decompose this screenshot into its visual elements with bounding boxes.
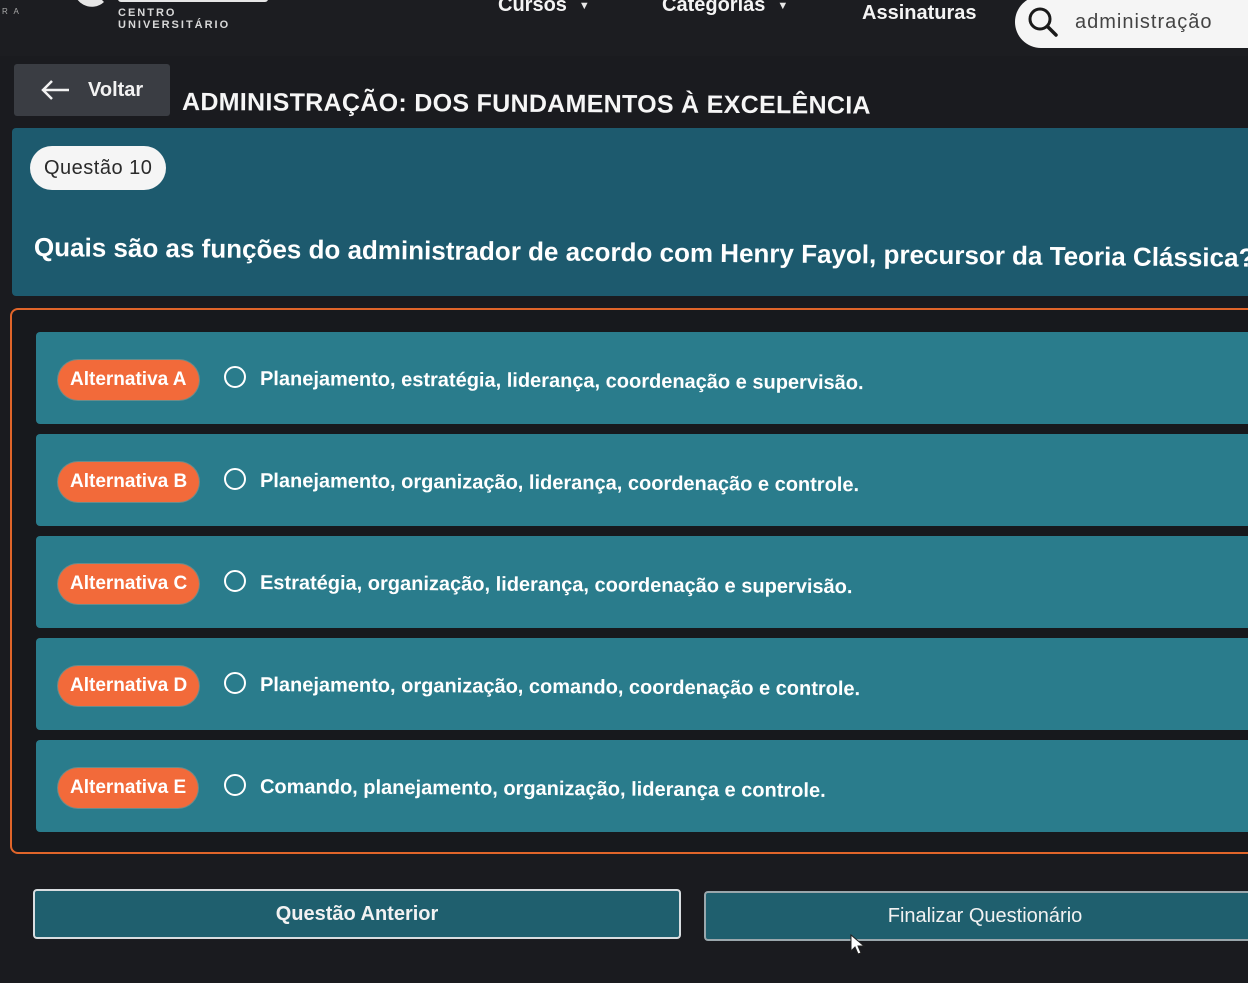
answer-badge: Alternativa C	[58, 564, 200, 604]
search-bar	[1015, 0, 1248, 48]
question-panel: Questão 10 Quais são as funções do admin…	[12, 128, 1248, 296]
search-icon[interactable]	[1027, 6, 1059, 38]
nav-categorias[interactable]: Categorias ▼	[662, 0, 788, 17]
answer-text: Estratégia, organização, liderança, coor…	[259, 572, 853, 599]
radio-button[interactable]	[224, 774, 246, 796]
nav-assinaturas[interactable]: Assinaturas	[862, 2, 977, 25]
finish-quiz-button[interactable]: Finalizar Questionário	[704, 891, 1248, 941]
answers-container: Alternativa A Planejamento, estratégia, …	[10, 308, 1248, 854]
nav-categorias-label: Categorias	[662, 0, 766, 16]
answer-text: Planejamento, organização, comando, coor…	[259, 674, 861, 701]
answer-option-a[interactable]: Alternativa A Planejamento, estratégia, …	[36, 332, 1248, 424]
search-input[interactable]	[1073, 9, 1237, 35]
top-navbar: R A CENTRO UNIVERSITÁRIO Cursos ▼ Catego…	[0, 0, 1248, 56]
chevron-down-icon: ▼	[777, 0, 789, 12]
answer-badge: Alternativa A	[58, 360, 199, 400]
question-text: Quais são as funções do administrador de…	[33, 232, 1248, 273]
answer-text: Comando, planejamento, organização, lide…	[259, 776, 826, 802]
answer-option-c[interactable]: Alternativa C Estratégia, organização, l…	[36, 536, 1248, 628]
back-button-label: Voltar	[88, 78, 144, 101]
page: R A CENTRO UNIVERSITÁRIO Cursos ▼ Catego…	[0, 0, 1248, 983]
nav-cursos[interactable]: Cursos ▼	[498, 0, 590, 17]
answer-badge: Alternativa E	[58, 768, 199, 808]
answer-option-b[interactable]: Alternativa B Planejamento, organização,…	[36, 434, 1248, 526]
chevron-down-icon: ▼	[578, 0, 590, 12]
answer-badge: Alternativa D	[58, 666, 200, 706]
course-title: ADMINISTRAÇÃO: DOS FUNDAMENTOS À EXCELÊN…	[181, 88, 871, 120]
previous-question-button[interactable]: Questão Anterior	[33, 889, 681, 939]
logo-subtitle: CENTRO UNIVERSITÁRIO	[118, 7, 231, 31]
site-logo[interactable]: CENTRO UNIVERSITÁRIO	[70, 0, 280, 31]
nav-cursos-label: Cursos	[498, 0, 567, 16]
answer-text: Planejamento, organização, liderança, co…	[259, 470, 860, 497]
answer-text: Planejamento, estratégia, liderança, coo…	[259, 368, 864, 395]
question-number-badge: Questão 10	[30, 146, 167, 190]
corner-text: R A	[2, 7, 21, 16]
answer-option-d[interactable]: Alternativa D Planejamento, organização,…	[36, 638, 1248, 730]
nav-assinaturas-label: Assinaturas	[862, 2, 977, 24]
mouse-cursor-icon	[850, 934, 866, 955]
back-button[interactable]: Voltar	[14, 64, 170, 116]
radio-button[interactable]	[224, 366, 246, 388]
radio-button[interactable]	[224, 468, 246, 490]
answer-option-e[interactable]: Alternativa E Comando, planejamento, org…	[36, 740, 1248, 832]
arrow-left-icon	[41, 80, 69, 100]
radio-button[interactable]	[224, 570, 246, 592]
radio-button[interactable]	[224, 672, 246, 694]
answer-badge: Alternativa B	[58, 462, 200, 502]
